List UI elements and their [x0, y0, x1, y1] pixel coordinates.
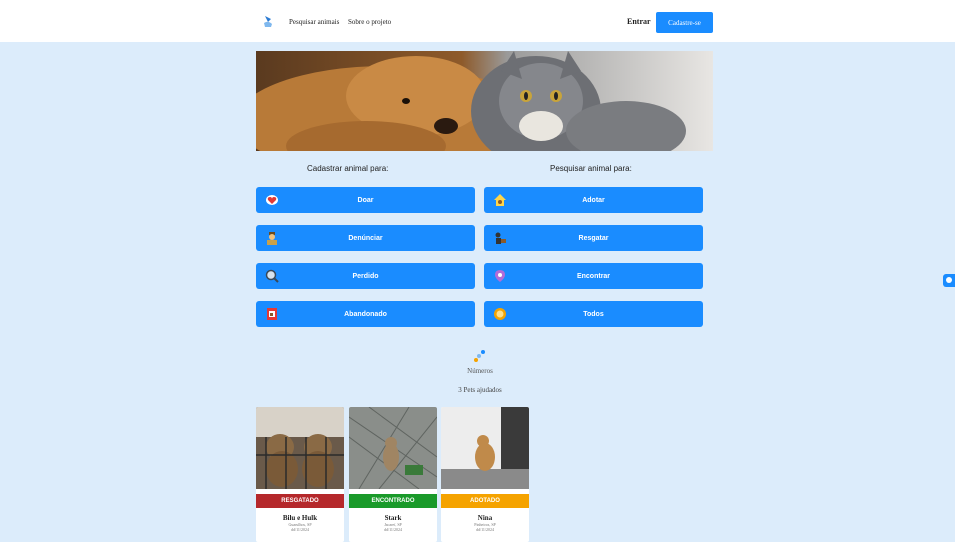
report-button[interactable]: Denúnciar [256, 225, 475, 251]
register-section-title: Cadastrar animal para: [307, 164, 389, 173]
lost-button-label: Perdido [352, 272, 379, 280]
all-button[interactable]: Todos [484, 301, 703, 327]
home-icon [494, 194, 506, 206]
paw-circle-icon [494, 308, 506, 320]
logo-icon[interactable] [262, 15, 274, 28]
sign-icon [267, 308, 277, 320]
pet-name: Bilu e Hulk [282, 514, 318, 522]
pet-name: Stark [384, 514, 402, 522]
find-button[interactable]: Encontrar [484, 263, 703, 289]
top-navbar: Pesquisar animais Sobre o projeto Entrar… [0, 0, 955, 42]
heart-icon [266, 195, 278, 205]
find-button-label: Encontrar [576, 272, 611, 280]
hero-banner-image [256, 51, 713, 151]
pet-photo [349, 407, 437, 490]
pet-date: dd/11/2024 [383, 527, 403, 532]
search-section-title: Pesquisar animal para: [550, 164, 632, 173]
nav-link-about-project[interactable]: Sobre o projeto [348, 18, 391, 26]
magnifier-icon [265, 269, 279, 283]
lost-button[interactable]: Perdido [256, 263, 475, 289]
chat-icon [946, 277, 952, 283]
pet-card[interactable]: RESGATADO Bilu e Hulk Guarulhos, SP dd/1… [256, 407, 344, 542]
login-link[interactable]: Entrar [627, 17, 651, 26]
officer-icon [267, 232, 277, 245]
donate-button-label: Doar [357, 196, 374, 204]
status-badge: ENCONTRADO [349, 494, 437, 508]
pet-photo [256, 407, 344, 489]
abandoned-button[interactable]: Abandonado [256, 301, 475, 327]
rescue-icon [495, 232, 506, 244]
adopt-button[interactable]: Adotar [484, 187, 703, 213]
signup-button[interactable]: Cadastre-se [656, 12, 713, 33]
numbers-icon [474, 350, 485, 362]
pet-card[interactable]: ADOTADO Nina Pinheiros, SP dd/11/2024 [441, 407, 529, 542]
nav-link-search-animals[interactable]: Pesquisar animais [289, 18, 339, 26]
status-badge: RESGATADO [256, 494, 344, 508]
donate-button[interactable]: Doar [256, 187, 475, 213]
pet-name: Nina [477, 514, 493, 522]
report-button-label: Denúnciar [348, 234, 383, 242]
pet-date: dd/11/2024 [475, 527, 495, 532]
pet-card[interactable]: ENCONTRADO Stark Jacareí, SP dd/11/2024 [349, 407, 437, 542]
rescue-button[interactable]: Resgatar [484, 225, 703, 251]
pet-photo [441, 407, 529, 489]
abandoned-button-label: Abandonado [344, 310, 387, 318]
pet-date: dd/11/2024 [290, 527, 310, 532]
location-pin-icon [495, 270, 505, 282]
chat-widget-button[interactable] [943, 274, 955, 287]
status-badge: ADOTADO [441, 494, 529, 508]
numbers-label: Números [467, 367, 493, 375]
adopt-button-label: Adotar [582, 196, 605, 204]
rescue-button-label: Resgatar [578, 234, 609, 242]
all-button-label: Todos [583, 310, 604, 318]
pets-helped-count: 3 Pets ajudados [458, 386, 502, 394]
